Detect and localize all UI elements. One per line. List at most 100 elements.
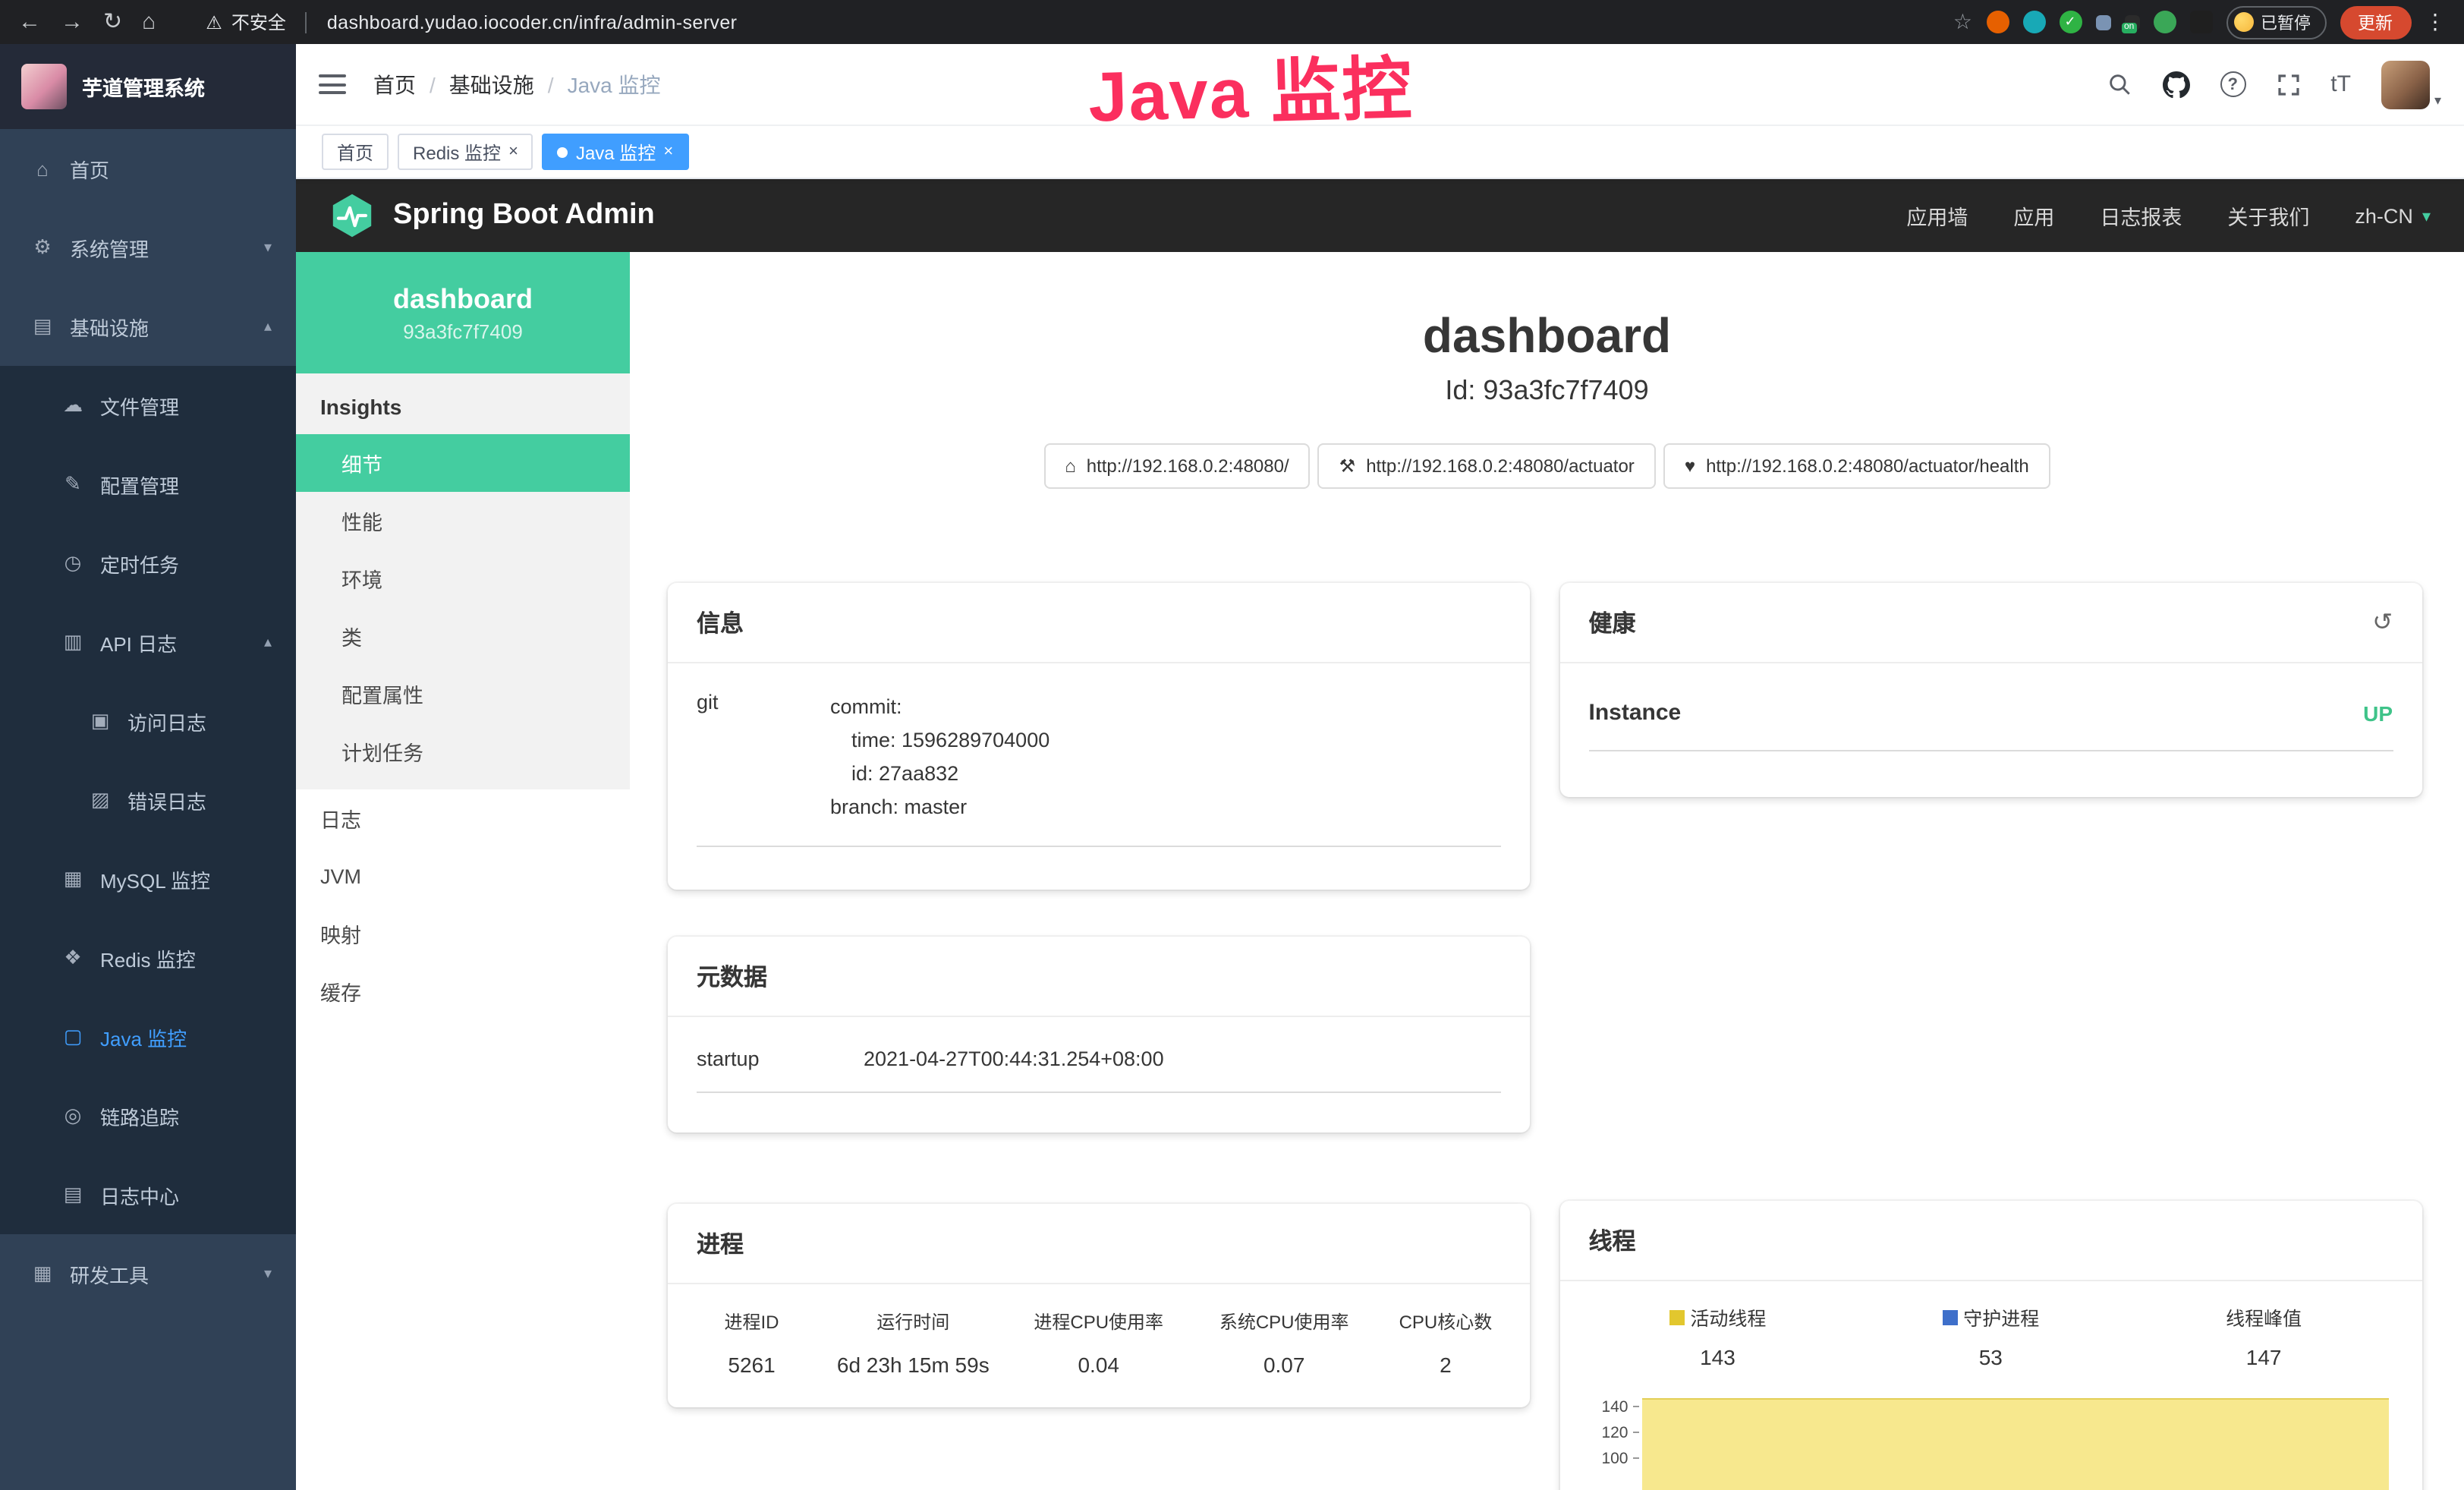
sba-nav-journal[interactable]: 日志报表 [2100,200,2182,231]
info-card-title: 信息 [668,583,1530,663]
tab-redis-monitor[interactable]: Redis 监控 × [398,134,533,170]
close-icon[interactable]: × [508,143,518,161]
sba-item-classes[interactable]: 类 [296,607,630,665]
sidebar-item-config[interactable]: ✎ 配置管理 [0,445,296,524]
sba-item-jvm[interactable]: JVM [296,847,630,905]
chart-plot-area [1639,1394,2401,1490]
sidebar-item-home[interactable]: ⌂ 首页 [0,129,296,208]
sidebar-item-java-monitor[interactable]: ▢ Java 监控 [0,997,296,1076]
extension-icon-check[interactable]: ✓ [2059,11,2082,33]
sidebar-item-files[interactable]: ☁ 文件管理 [0,366,296,445]
browser-chrome: ← → ↻ ⌂ ⚠ 不安全 dashboard.yudao.iocoder.cn… [0,0,2464,44]
tab-java-monitor[interactable]: Java 监控 × [543,134,688,170]
sidebar-item-log-center[interactable]: ▤ 日志中心 [0,1155,296,1234]
sba-item-mappings[interactable]: 映射 [296,905,630,962]
sidebar-item-api-logs[interactable]: ▥ API 日志 ▴ [0,603,296,682]
actuator-url-button[interactable]: ⚒ http://192.168.0.2:48080/actuator [1318,443,1656,489]
sidebar-item-error-log[interactable]: ▨ 错误日志 [0,761,296,840]
help-icon[interactable]: ? [2220,71,2245,97]
sba-instance-header[interactable]: dashboard 93a3fc7f7409 [296,252,630,373]
screen: ← → ↻ ⌂ ⚠ 不安全 dashboard.yudao.iocoder.cn… [0,0,2464,1490]
tab-label: Redis 监控 [413,139,501,165]
threads-chart: 140 120 100 [1581,1394,2401,1490]
sba-item-logs[interactable]: 日志 [296,789,630,847]
cpu-cores: 2 [1377,1353,1514,1377]
search-icon[interactable] [2106,71,2132,97]
sidebar-item-jobs[interactable]: ◷ 定时任务 [0,524,296,603]
legend-value: 143 [1581,1345,1855,1369]
sba-item-metrics[interactable]: 性能 [296,492,630,550]
update-button[interactable]: 更新 [2340,5,2411,39]
locale-selector[interactable]: zh-CN ▾ [2355,204,2431,227]
legend-value: 147 [2127,1345,2400,1369]
sba-item-details[interactable]: 细节 [296,434,630,492]
sba-main: dashboard Id: 93a3fc7f7409 ⌂ http://192.… [630,252,2464,1490]
edit-icon: ✎ [61,472,85,496]
sba-item-configprops[interactable]: 配置属性 [296,665,630,723]
on-badge: on [2121,22,2137,33]
breadcrumb-home[interactable]: 首页 [373,69,416,99]
back-icon[interactable]: ← [18,11,41,33]
history-icon[interactable]: ↺ [2372,607,2393,638]
system-cpu: 0.07 [1191,1353,1377,1377]
extension-icon-pin[interactable] [2189,11,2212,33]
sidebar-item-infra[interactable]: ▤ 基础设施 ▴ [0,287,296,366]
sidebar-item-label: 定时任务 [100,549,179,578]
sba-nav-applications[interactable]: 应用 [2013,200,2054,231]
metadata-card-title: 元数据 [668,937,1530,1017]
info-row-git: git commit: time: 1596289704000 id: 27aa… [697,691,1501,847]
sidebar-item-label: 配置管理 [100,470,179,499]
profile-avatar [2233,12,2253,32]
sba-item-scheduled-tasks[interactable]: 计划任务 [296,723,630,780]
forward-icon[interactable]: → [61,11,83,33]
extension-icon-drop[interactable] [2022,11,2045,33]
service-url-button[interactable]: ⌂ http://192.168.0.2:48080/ [1043,443,1310,489]
github-icon[interactable] [2162,71,2189,98]
sidebar-item-label: 链路追踪 [100,1101,179,1130]
locale-label: zh-CN [2355,204,2413,227]
sba-navbar: Spring Boot Admin 应用墙 应用 日志报表 关于我们 zh-CN… [296,179,2464,252]
breadcrumb-separator: / [430,72,436,96]
tick-mark [1633,1457,1639,1459]
font-size-icon[interactable]: tT [2330,71,2351,97]
page-title: dashboard [630,310,2464,363]
address-bar[interactable]: dashboard.yudao.iocoder.cn/infra/admin-s… [327,11,738,33]
sidebar-item-access-log[interactable]: ▣ 访问日志 [0,682,296,761]
sba-brand[interactable]: Spring Boot Admin [393,199,655,232]
y-tick-label: 140 [1601,1397,1628,1416]
browser-menu-icon[interactable]: ⋮ [2425,9,2446,35]
sidebar-item-mysql[interactable]: ▦ MySQL 监控 [0,840,296,918]
sidebar-item-system[interactable]: ⚙ 系统管理 ▾ [0,208,296,287]
sba-item-caches[interactable]: 缓存 [296,962,630,1020]
java-monitor-icon: ▢ [61,1025,85,1049]
extension-icon-switch[interactable]: on [2124,14,2139,30]
sidebar-item-redis[interactable]: ❖ Redis 监控 [0,918,296,997]
profile-paused-chip[interactable]: 已暂停 [2226,5,2326,39]
home-icon[interactable]: ⌂ [142,11,156,33]
reload-icon[interactable]: ↻ [103,11,122,33]
bookmark-star-icon[interactable]: ☆ [1953,9,1972,35]
extension-icon-fox[interactable] [1986,11,2009,33]
process-pid: 5261 [683,1353,820,1377]
health-url-button[interactable]: ♥ http://192.168.0.2:48080/actuator/heal… [1663,443,2050,489]
site-security[interactable]: ⚠ 不安全 [206,9,286,35]
column-header: 系统CPU使用率 [1191,1309,1377,1334]
sba-item-environment[interactable]: 环境 [296,550,630,607]
breadcrumb-infra[interactable]: 基础设施 [449,69,534,99]
user-menu[interactable]: ▾ [2381,60,2441,109]
threads-card-title: 线程 [1560,1201,2422,1281]
extension-icon-leaf[interactable] [2153,11,2176,33]
fullscreen-icon[interactable] [2276,72,2300,96]
metadata-row-startup: startup 2021-04-27T00:44:31.254+08:00 [697,1047,1501,1093]
metadata-card-body: startup 2021-04-27T00:44:31.254+08:00 [668,1017,1530,1132]
close-icon[interactable]: × [663,143,673,161]
tab-home[interactable]: 首页 [322,134,389,170]
sidebar-item-tracing[interactable]: ◎ 链路追踪 [0,1076,296,1155]
sba-nav-about[interactable]: 关于我们 [2227,200,2309,231]
hamburger-icon[interactable] [319,74,346,94]
sidebar-item-devtools[interactable]: ▦ 研发工具 ▾ [0,1234,296,1313]
extension-icon-grid[interactable] [2095,14,2110,30]
sba-nav-wallboard[interactable]: 应用墙 [1906,200,1968,231]
legend-label: 线程峰值 [2226,1303,2302,1331]
sidebar-item-label: 文件管理 [100,391,179,420]
